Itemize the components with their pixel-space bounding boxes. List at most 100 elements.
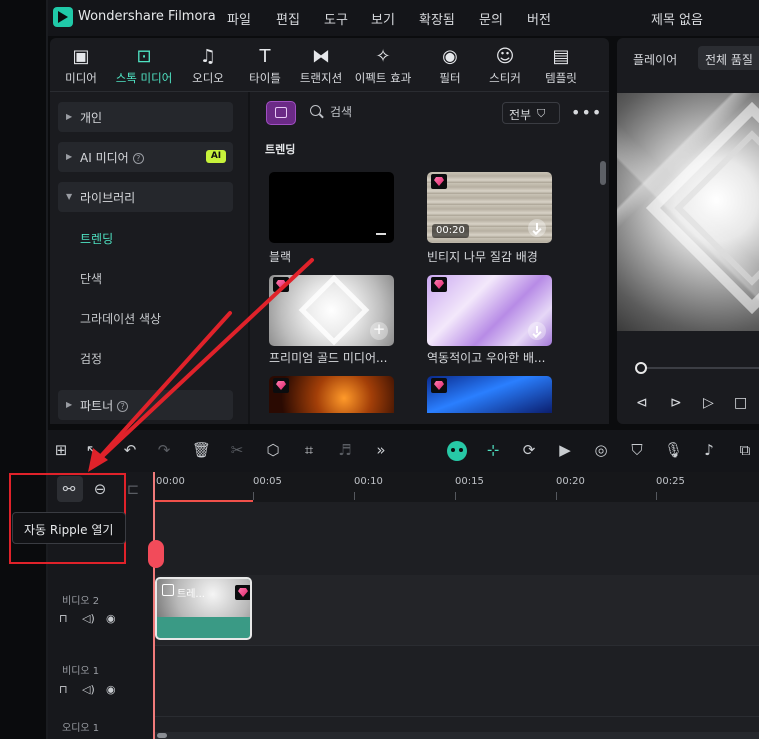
redo-icon[interactable]: ↷ <box>155 441 173 459</box>
effects-icon: ✧ <box>375 46 391 67</box>
marker-icon[interactable]: ⛉ <box>628 441 646 459</box>
quality-dropdown[interactable]: 전체 품질 <box>698 46 759 70</box>
sidebar-group-ai-media[interactable]: ▶ AI 미디어? AI <box>58 142 233 172</box>
tooltip: 자동 Ripple 열기 <box>12 512 126 544</box>
track-name-video-2: 비디오 2 <box>62 596 100 607</box>
timeline-horizontal-scrollbar[interactable] <box>155 732 759 739</box>
tab-filters[interactable]: ◉ 필터 <box>420 42 480 88</box>
tab-audio[interactable]: ♫ 오디오 <box>178 42 238 88</box>
select-tool-icon[interactable]: ↖ <box>83 441 101 459</box>
tab-stickers[interactable]: ☺ 스티커 <box>475 42 535 88</box>
cut-icon[interactable]: ✂ <box>228 441 246 459</box>
more-options-icon[interactable]: ••• <box>571 103 602 122</box>
track-settings-icon[interactable]: ⊏ <box>124 480 142 498</box>
ruler-label: 00:20 <box>556 476 585 487</box>
stock-thumb-premium-gold[interactable] <box>269 275 394 346</box>
menu-extensions[interactable]: 확장됨 <box>419 9 455 28</box>
crop-icon[interactable]: ⌗ <box>300 441 318 459</box>
speaker-icon[interactable]: ◁) <box>82 683 95 696</box>
premium-gem-icon <box>431 277 447 292</box>
seek-handle[interactable] <box>635 362 647 374</box>
speaker-icon[interactable]: ◁) <box>82 612 95 625</box>
play-icon[interactable]: ▷ <box>703 395 714 411</box>
seek-bar[interactable] <box>647 367 759 369</box>
caret-right-icon: ▶ <box>66 400 73 409</box>
speed-icon[interactable]: ▶ <box>556 441 574 459</box>
stock-thumb-blue-particles[interactable] <box>427 376 552 413</box>
clip-label: 트레... <box>177 589 205 600</box>
more-tools-icon[interactable]: » <box>372 441 390 459</box>
sidebar-group-partner[interactable]: ▶ 파트너? <box>58 390 233 420</box>
snap-icon[interactable]: ⊹ <box>484 441 502 459</box>
tab-titles[interactable]: T 타이틀 <box>235 42 295 88</box>
premium-gem-icon <box>431 174 447 189</box>
menu-version[interactable]: 버전 <box>527 9 551 28</box>
menu-help[interactable]: 문의 <box>479 9 503 28</box>
sidebar-item-black[interactable]: 검정 <box>80 350 102 367</box>
eye-icon[interactable]: ◉ <box>106 612 116 625</box>
caret-right-icon: ▶ <box>66 152 73 161</box>
sidebar-item-gradient[interactable]: 그라데이션 색상 <box>80 310 161 327</box>
timeline-clip[interactable]: 트레... <box>155 577 252 640</box>
video-track-1-lane[interactable] <box>155 646 759 716</box>
render-preview-icon[interactable]: ⟳ <box>520 441 538 459</box>
content-scrollbar[interactable] <box>600 161 606 185</box>
step-forward-icon[interactable]: ⊳ <box>670 395 682 411</box>
microphone-icon[interactable]: 🎙 <box>664 441 683 459</box>
stock-label-black: 블랙 <box>269 250 292 264</box>
search-input[interactable] <box>330 103 490 121</box>
tab-media[interactable]: ▣ 미디어 <box>51 42 111 88</box>
stock-thumb-vintage-wood[interactable]: 00:20 <box>427 172 552 243</box>
sidebar-group-personal[interactable]: ▶ 개인 <box>58 102 233 132</box>
layout-grid-icon[interactable]: ⊞ <box>52 441 70 459</box>
download-icon[interactable] <box>528 219 546 237</box>
download-icon[interactable] <box>528 322 546 340</box>
track-name-audio-1: 오디오 1 <box>62 723 100 734</box>
stock-source-button[interactable] <box>266 101 296 125</box>
stock-thumb-black[interactable] <box>269 172 394 243</box>
crop-shape-icon[interactable]: ⬡ <box>264 441 282 459</box>
stock-thumb-sparks[interactable] <box>269 376 394 413</box>
ruler-label: 00:00 <box>156 476 185 487</box>
menu-view[interactable]: 보기 <box>371 9 395 28</box>
diamond-pattern <box>298 275 370 346</box>
playback-icon[interactable]: ◎ <box>592 441 610 459</box>
sidebar-item-trending[interactable]: 트렌딩 <box>80 230 113 247</box>
previous-frame-icon[interactable]: ⊲ <box>636 395 648 411</box>
premium-gem-icon <box>273 378 289 393</box>
tab-stock-media[interactable]: ⊡ 스톡 미디어 <box>114 42 174 88</box>
ruler-tick <box>253 492 254 500</box>
audio-detach-icon[interactable]: ♬ <box>336 441 354 459</box>
scrollbar-thumb[interactable] <box>157 733 167 738</box>
menu-file[interactable]: 파일 <box>227 9 251 28</box>
lock-icon[interactable]: ⊓ <box>59 612 68 625</box>
video-clip-icon <box>162 584 174 596</box>
filter-dropdown[interactable]: 전부 ⛉ <box>502 102 560 124</box>
player-tab[interactable]: 플레이어 <box>633 51 677 68</box>
add-icon[interactable] <box>370 320 388 340</box>
ruler-tick <box>656 492 657 500</box>
premium-gem-icon <box>273 277 289 292</box>
ai-face-icon[interactable] <box>447 441 467 461</box>
lock-icon[interactable]: ⊓ <box>59 683 68 696</box>
tab-effects[interactable]: ✧ 이펙트 효과 <box>353 42 413 88</box>
menu-tools[interactable]: 도구 <box>324 9 348 28</box>
undo-icon[interactable]: ↶ <box>121 441 139 459</box>
tab-transitions[interactable]: ⧓ 트랜지션 <box>291 42 351 88</box>
delete-icon[interactable]: 🗑 <box>192 441 211 459</box>
audio-mixer-icon[interactable]: ♪ <box>700 441 718 459</box>
caret-right-icon: ▶ <box>66 112 73 121</box>
menu-edit[interactable]: 편집 <box>276 9 300 28</box>
screen-record-icon[interactable]: ⧉ <box>736 441 754 459</box>
sidebar-item-solid-color[interactable]: 단색 <box>80 270 102 287</box>
eye-icon[interactable]: ◉ <box>106 683 116 696</box>
tab-templates[interactable]: ▤ 템플릿 <box>531 42 591 88</box>
help-icon: ? <box>117 401 129 412</box>
stop-icon[interactable]: □ <box>734 395 747 411</box>
playhead-handle[interactable] <box>148 540 164 568</box>
stock-thumb-dynamic-elegant[interactable] <box>427 275 552 346</box>
app-name: Wondershare Filmora <box>78 9 216 24</box>
preview-canvas <box>617 93 759 331</box>
sidebar-group-library[interactable]: ▼ 라이브러리 <box>58 182 233 212</box>
duration-badge: 00:20 <box>432 224 469 238</box>
